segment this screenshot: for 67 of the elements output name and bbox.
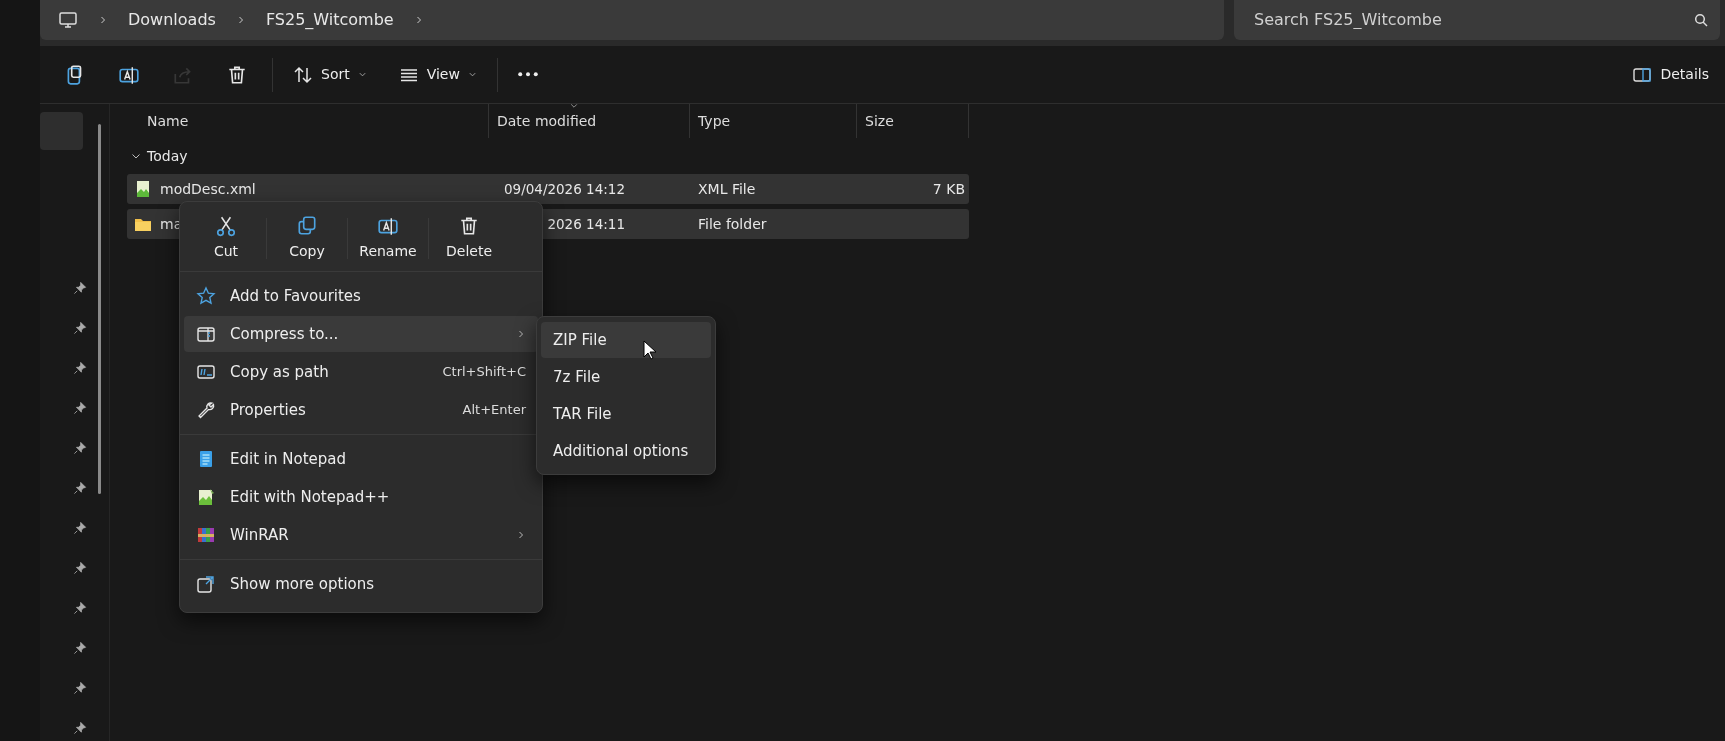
file-row[interactable]: modDesc.xml 09/04/2026 14:12 XML File 7 KB (127, 174, 969, 204)
size-cell-text: 7 KB (932, 179, 966, 199)
notepad-plus-icon (196, 487, 216, 507)
menu-item[interactable]: Edit with Notepad++ (184, 479, 538, 515)
search-icon (1694, 13, 1708, 27)
sort-button[interactable]: Sort (281, 58, 379, 91)
menu-item[interactable]: Properties Alt+Enter (184, 392, 538, 428)
wrench-icon (196, 400, 216, 420)
address-bar[interactable]: Downloads FS25_Witcombe (40, 0, 1224, 40)
sort-icon (293, 64, 313, 85)
submenu-item[interactable]: 7z File (541, 359, 711, 395)
breadcrumb-item[interactable]: Downloads (128, 8, 216, 32)
star-icon (196, 286, 216, 306)
pin-icon (72, 721, 87, 735)
rename-icon (377, 215, 399, 237)
column-header[interactable]: Size (857, 104, 969, 138)
group-label[interactable]: Today (147, 145, 188, 167)
pin-icon (72, 641, 87, 655)
archive-icon (196, 324, 216, 344)
pin-icon (72, 521, 87, 535)
caret-icon (357, 70, 367, 79)
pin-icon (72, 321, 87, 335)
date-cell-text: 2026 14:11 (546, 214, 625, 234)
trash-icon (226, 63, 248, 86)
column-header[interactable]: Date modified (489, 104, 690, 138)
chevron-icon (98, 15, 108, 25)
open-external-icon (196, 574, 216, 594)
type-cell-text: XML File (697, 179, 757, 199)
shortcut-text: Alt+Enter (462, 401, 526, 420)
caret-icon (467, 70, 477, 79)
menu-item[interactable]: Compress to... (184, 316, 538, 352)
column-header[interactable]: Name (127, 104, 489, 138)
menu-item[interactable]: Add to Favourites (184, 278, 538, 314)
trash-icon (458, 215, 480, 237)
details-button[interactable]: Details (1620, 58, 1721, 91)
cursor-icon (643, 340, 657, 360)
path-icon (196, 362, 216, 382)
column-header[interactable]: Type (690, 104, 857, 138)
copy-icon (296, 215, 318, 237)
breadcrumb-item[interactable]: FS25_Witcombe (265, 8, 394, 32)
view-button[interactable]: View (386, 58, 489, 91)
scrollbar[interactable] (98, 124, 101, 494)
submenu-item[interactable]: ZIP File (541, 322, 711, 358)
scissors-icon (215, 215, 237, 237)
menu-item[interactable]: WinRAR (184, 517, 538, 553)
shortcut-text: Ctrl+Shift+C (442, 363, 526, 382)
submenu-item[interactable]: TAR File (541, 396, 711, 432)
pin-icon (72, 281, 87, 295)
menu-item[interactable]: Show more options (184, 566, 538, 602)
computer-icon (58, 10, 78, 30)
books-icon (196, 525, 216, 545)
pin-icon (72, 681, 87, 695)
pin-icon (72, 561, 87, 575)
menu-item[interactable]: Copy as path Ctrl+Shift+C (184, 354, 538, 390)
pin-icon (72, 401, 87, 415)
pin-icon (72, 601, 87, 615)
submenu-item[interactable]: Additional options (541, 433, 711, 469)
more-icon (517, 72, 538, 77)
search-field[interactable]: Search FS25_Witcombe (1252, 7, 1694, 33)
date-cell-text: 09/04/2026 14:12 (503, 179, 625, 199)
type-cell-text: File folder (697, 214, 768, 234)
file-name: modDesc.xml (160, 179, 256, 199)
pin-icon (72, 441, 87, 455)
menu-item[interactable]: Edit in Notepad (184, 441, 538, 477)
pin-icon (72, 361, 87, 375)
pin-icon (72, 481, 87, 495)
search-box[interactable]: Search FS25_Witcombe (1234, 0, 1720, 40)
